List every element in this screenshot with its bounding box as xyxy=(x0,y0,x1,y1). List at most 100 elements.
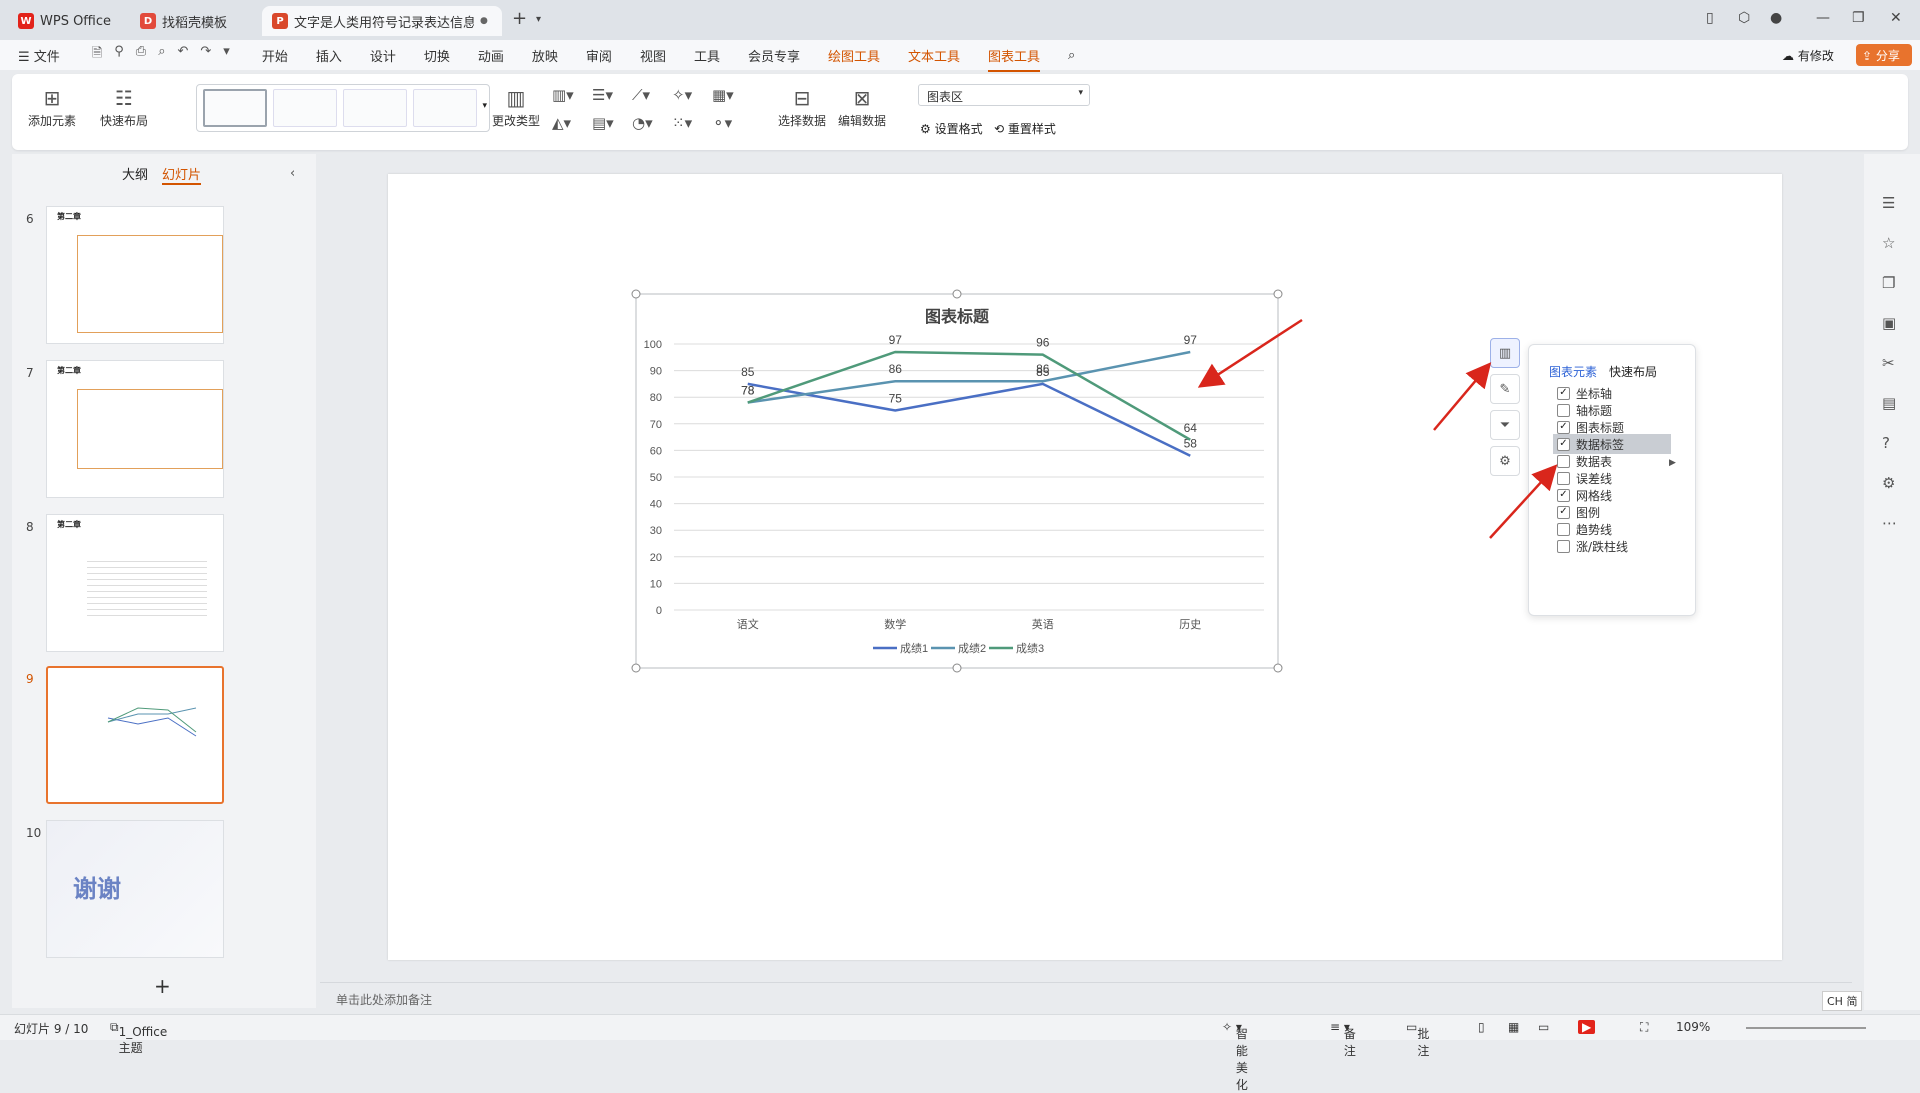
book-icon[interactable]: ▤ xyxy=(1882,394,1896,412)
menu-chart-tools[interactable]: 图表工具 xyxy=(974,46,1054,72)
undo-icon[interactable]: ↶ xyxy=(177,44,188,66)
slide-thumbnail-10[interactable]: 谢谢 xyxy=(46,820,224,958)
more-icon[interactable]: ▾ xyxy=(223,44,230,66)
menu-transition[interactable]: 切换 xyxy=(410,46,464,65)
bubble-chart-icon[interactable]: ⚬▾ xyxy=(712,114,732,132)
radar-chart-icon[interactable]: ✧▾ xyxy=(672,86,692,104)
tab-chart-elements[interactable]: 图表元素 xyxy=(1549,363,1597,380)
chart-style-3[interactable] xyxy=(343,89,407,127)
tab-quick-layout[interactable]: 快速布局 xyxy=(1609,363,1657,380)
edit-data-button[interactable]: ⊠ 编辑数据 xyxy=(838,84,886,129)
line-chart-icon[interactable]: ⟋▾ xyxy=(632,86,650,104)
menu-review[interactable]: 审阅 xyxy=(572,46,626,65)
tab-document[interactable]: P 文字是人类用符号记录表达信息以 ● xyxy=(262,6,502,36)
share-button[interactable]: ⇪ 分享 xyxy=(1856,44,1912,66)
checkbox-3[interactable]: ✓ xyxy=(1557,437,1570,451)
menu-member[interactable]: 会员专享 xyxy=(734,46,814,65)
reading-view-icon[interactable]: ▭ xyxy=(1538,1020,1549,1034)
checkbox-2[interactable]: ✓ xyxy=(1557,420,1570,434)
area-chart-icon[interactable]: ◭▾ xyxy=(552,114,571,132)
close-icon[interactable]: ✕ xyxy=(1890,10,1902,26)
add-slide-button[interactable]: + xyxy=(154,974,171,998)
checkbox-0[interactable]: ✓ xyxy=(1557,386,1570,400)
beautify-button[interactable]: ✧ 智能美化 ▾ xyxy=(1222,1020,1248,1092)
tab-wps-office[interactable]: W WPS Office xyxy=(8,6,124,36)
slide-thumbnail-6[interactable]: 第二章 xyxy=(46,206,224,344)
gallery-more-icon[interactable]: ▾ xyxy=(482,101,487,111)
slide-thumbnail-7[interactable]: 第二章 xyxy=(46,360,224,498)
image-icon[interactable]: ▣ xyxy=(1882,314,1896,332)
pie-chart-icon[interactable]: ◔▾ xyxy=(632,114,653,132)
chevron-down-icon[interactable]: ▾ xyxy=(536,14,541,25)
chart-style-4[interactable] xyxy=(413,89,477,127)
checkbox-7[interactable]: ✓ xyxy=(1557,505,1570,519)
menu-tools[interactable]: 工具 xyxy=(680,46,734,65)
option-9[interactable]: 涨/跌柱线 xyxy=(1557,536,1628,556)
more-icon[interactable]: ⋯ xyxy=(1882,514,1897,532)
grid-chart-icon[interactable]: ▦▾ xyxy=(712,86,734,104)
ime-indicator[interactable]: CH 简 xyxy=(1822,991,1863,1011)
stock-chart-icon[interactable]: ▤▾ xyxy=(592,114,614,132)
play-button[interactable]: ▶ xyxy=(1578,1020,1596,1034)
chart-area-select[interactable]: 图表区 ▾ xyxy=(918,84,1090,106)
robot-icon[interactable]: ⚙ xyxy=(1882,474,1895,492)
comments-button[interactable]: ▭ 批注 xyxy=(1406,1020,1429,1058)
zoom-slider[interactable] xyxy=(1746,1027,1866,1029)
checkbox-6[interactable]: ✓ xyxy=(1557,488,1570,502)
collapse-panel-icon[interactable]: ‹ xyxy=(290,166,295,181)
cloud-icon[interactable]: ⚲ xyxy=(114,44,124,66)
modify-status[interactable]: ☁ 有修改 xyxy=(1782,47,1834,64)
menu-home[interactable]: 开始 xyxy=(248,46,302,65)
tab-template[interactable]: D 找稻壳模板 xyxy=(130,6,256,36)
tools-icon[interactable]: ✂ xyxy=(1882,354,1895,372)
avatar[interactable]: ● xyxy=(1770,10,1782,26)
theme-info[interactable]: ⧉ 1_Office 主题 xyxy=(110,1020,167,1055)
copy-icon[interactable]: ❐ xyxy=(1882,274,1895,292)
reset-style-button[interactable]: ⟲ 重置样式 xyxy=(994,120,1056,137)
chart-filter-button[interactable]: ⏷ xyxy=(1490,410,1520,440)
new-tab-icon[interactable]: + xyxy=(512,8,527,29)
cube-icon[interactable]: ⬡ xyxy=(1738,10,1750,26)
chart-style-2[interactable] xyxy=(273,89,337,127)
slide-thumbnail-9[interactable] xyxy=(46,666,224,804)
select-data-button[interactable]: ⊟ 选择数据 xyxy=(778,84,826,129)
chart-settings-button[interactable]: ⚙ xyxy=(1490,446,1520,476)
help-icon[interactable]: ? xyxy=(1882,434,1890,452)
zoom-level[interactable]: 109% xyxy=(1676,1020,1710,1034)
menu-text-tools[interactable]: 文本工具 xyxy=(894,46,974,65)
tab-slides[interactable]: 幻灯片 xyxy=(162,164,202,185)
normal-view-icon[interactable]: ▯ xyxy=(1478,1020,1485,1034)
checkbox-1[interactable] xyxy=(1557,403,1570,417)
grid-view-icon[interactable]: ▦ xyxy=(1508,1020,1519,1034)
preview-icon[interactable]: ⌕ xyxy=(158,44,165,66)
add-element-button[interactable]: ⊞ 添加元素 xyxy=(28,84,76,129)
menu-animation[interactable]: 动画 xyxy=(464,46,518,65)
change-type-button[interactable]: ▥ 更改类型 xyxy=(492,84,540,129)
minimize-icon[interactable]: — xyxy=(1816,10,1830,26)
checkbox-4[interactable] xyxy=(1557,454,1570,468)
chart-style-1[interactable] xyxy=(203,89,267,127)
chart-elements-button[interactable]: ▥ xyxy=(1490,338,1520,368)
sliders-icon[interactable]: ☰ xyxy=(1882,194,1895,212)
notes-area[interactable]: 单击此处添加备注 xyxy=(320,982,1852,1012)
save-icon[interactable]: 🗎 xyxy=(92,44,102,66)
submenu-arrow-icon[interactable]: ▶ xyxy=(1669,458,1676,468)
menu-slideshow[interactable]: 放映 xyxy=(518,46,572,65)
menu-file[interactable]: ☰ 文件 xyxy=(0,46,74,65)
checkbox-9[interactable] xyxy=(1557,539,1570,553)
menu-design[interactable]: 设计 xyxy=(356,46,410,65)
quick-layout-button[interactable]: ☷ 快速布局 xyxy=(100,84,148,129)
scatter-chart-icon[interactable]: ⁙▾ xyxy=(672,114,692,132)
restore-icon[interactable]: ❐ xyxy=(1852,10,1865,26)
print-icon[interactable]: ⎙ xyxy=(136,44,146,66)
tab-outline[interactable]: 大纲 xyxy=(122,164,148,185)
checkbox-5[interactable] xyxy=(1557,471,1570,485)
set-format-button[interactable]: ⚙ 设置格式 xyxy=(920,120,983,137)
search-icon[interactable]: ⌕ xyxy=(1054,48,1089,63)
fit-icon[interactable]: ⛶ xyxy=(1640,1020,1648,1035)
menu-drawing-tools[interactable]: 绘图工具 xyxy=(814,46,894,65)
slide-thumbnail-8[interactable]: 第二章 xyxy=(46,514,224,652)
menu-view[interactable]: 视图 xyxy=(626,46,680,65)
redo-icon[interactable]: ↷ xyxy=(200,44,211,66)
bar-chart-icon[interactable]: ▥▾ xyxy=(552,86,574,104)
